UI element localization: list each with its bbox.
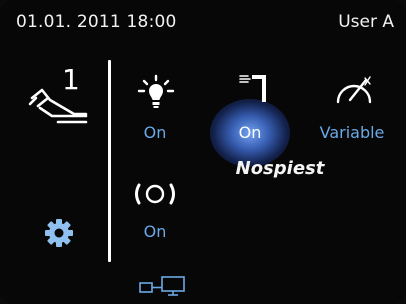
device-screen: 01.01. 2011 18:00 User A 1 On On Nospies… xyxy=(0,0,406,304)
spray-caption: Nospiest xyxy=(235,158,325,179)
instrument-number: 1 xyxy=(62,63,80,96)
status-bar: 01.01. 2011 18:00 User A xyxy=(0,0,406,44)
spray-status-label: On xyxy=(238,123,262,142)
light-bulb-icon xyxy=(137,74,175,108)
light-status-label: On xyxy=(143,123,167,142)
gear-icon[interactable] xyxy=(44,218,74,248)
speed-status-label: Variable xyxy=(319,123,385,142)
speed-gauge-icon xyxy=(336,76,372,104)
ring-light-icon xyxy=(135,183,175,205)
user-label[interactable]: User A xyxy=(338,12,394,32)
ring-light-status-label: On xyxy=(143,222,167,241)
network-monitor-icon[interactable] xyxy=(138,274,192,298)
vertical-divider xyxy=(108,60,111,262)
spray-nozzle-icon xyxy=(239,75,266,102)
datetime-display: 01.01. 2011 18:00 xyxy=(16,12,177,32)
